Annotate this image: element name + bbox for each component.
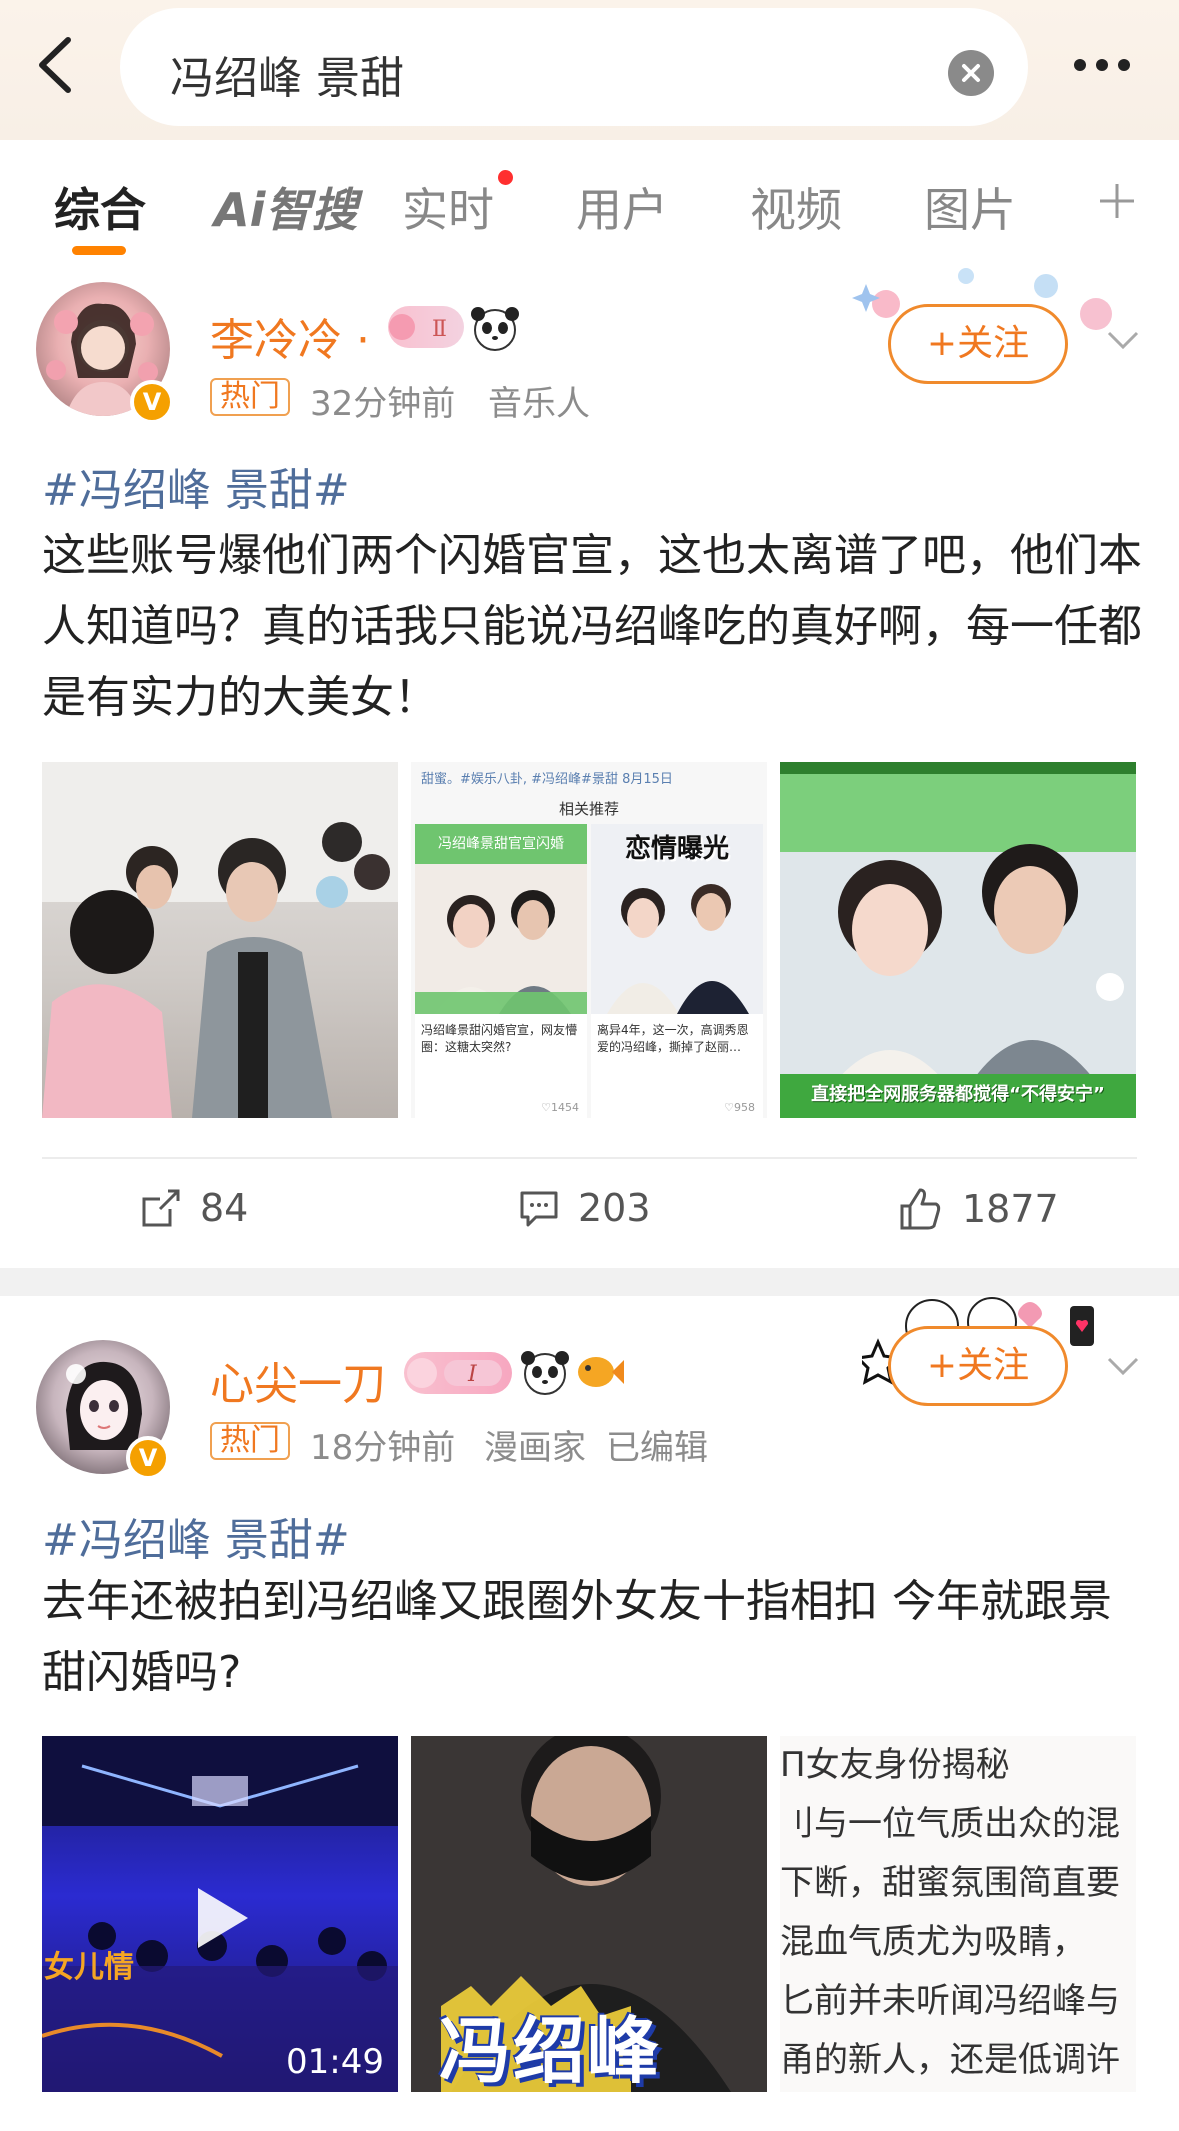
more-dots-icon xyxy=(1074,59,1130,71)
repost-count: 84 xyxy=(200,1186,249,1230)
image-caption: 直接把全网服务器都搅得“不得安宁” xyxy=(811,1084,1105,1105)
search-query[interactable]: 冯绍峰 景甜 xyxy=(170,42,404,106)
user-role: 音乐人 xyxy=(488,384,590,424)
panda-icon xyxy=(466,306,524,352)
post-time: 18分钟前 xyxy=(310,1428,456,1468)
couple-selfie-photo xyxy=(780,762,1136,1118)
image-card-text: 离异4年，这一次，高调秀恩爱的冯绍峰，撕掉了赵丽… xyxy=(597,1023,749,1054)
follow-button[interactable]: +关注 xyxy=(888,304,1068,384)
top-bar: 冯绍峰 景甜 xyxy=(0,0,1179,140)
text-line: 甬的新人，还是低调许 xyxy=(780,2040,1120,2080)
post-text: 去年还被拍到冯绍峰又跟圈外女友十指相扣 今年就跟景甜闪婚吗? xyxy=(42,1576,1112,1698)
post-image[interactable]: П女友身份揭秘 刂与一位气质出众的混 下断，甜蜜氛围简直要 混血气质尤为吸睛， … xyxy=(780,1736,1136,2092)
tab-ai-search[interactable]: Ai智搜 xyxy=(214,174,357,240)
svg-text:I: I xyxy=(467,1362,478,1387)
image-card-right: 恋情曝光 离异4年，这一次，高调秀恩爱的冯绍峰，撕掉了赵丽… ♡958 xyxy=(591,824,763,1118)
image-subheader-text: 相关推荐 xyxy=(558,800,619,818)
post-card: V 心尖一刀 I 热门 18分钟前 漫画家 已编辑 +关注 #冯绍峰 景甜# 去… xyxy=(0,1296,1179,2131)
chevron-down-icon[interactable] xyxy=(1105,1354,1141,1378)
like-button[interactable]: 1877 xyxy=(898,1186,1059,1232)
divider xyxy=(42,1157,1137,1159)
post-separator xyxy=(0,1268,1179,1296)
thumbs-up-icon xyxy=(900,1188,941,1230)
repost-button[interactable]: 84 xyxy=(140,1186,248,1230)
comment-icon xyxy=(520,1191,558,1227)
image-card-likes: ♡1454 xyxy=(541,1101,579,1114)
text-line: 匕前并未听闻冯绍峰与 xyxy=(780,1981,1120,2021)
level-badge-icon: Ⅱ xyxy=(388,306,464,348)
post-card: V 李冷冷 · Ⅱ 热门 32分钟前 音乐人 +关注 #冯绍峰 景甜# 这些账号… xyxy=(0,262,1179,1262)
more-options-button[interactable] xyxy=(1068,50,1168,80)
share-icon xyxy=(142,1189,180,1227)
search-tabs: 综合 Ai智搜 实时 用户 视频 图片 xyxy=(0,150,1179,260)
comment-count: 203 xyxy=(578,1186,651,1230)
couple-photo xyxy=(415,864,587,1014)
tab-comprehensive[interactable]: 综合 xyxy=(54,174,146,240)
video-thumbnail[interactable]: 女儿情 01:49 xyxy=(42,1736,398,2092)
text-line: 混血气质尤为吸睛， xyxy=(780,1922,1086,1962)
post-image[interactable]: 直接把全网服务器都搅得“不得安宁” xyxy=(780,762,1136,1118)
active-tab-indicator xyxy=(72,246,126,255)
tab-videos[interactable]: 视频 xyxy=(750,174,842,240)
chevron-down-icon[interactable] xyxy=(1105,328,1141,352)
text-line: 下断，甜蜜氛围简直要 xyxy=(780,1863,1120,1903)
like-count: 1877 xyxy=(962,1187,1059,1231)
close-icon xyxy=(962,64,980,82)
text-line: 刂与一位气质出众的混 xyxy=(780,1804,1120,1844)
svg-text:Ⅱ: Ⅱ xyxy=(432,317,447,342)
search-input[interactable]: 冯绍峰 景甜 xyxy=(120,8,1028,126)
tab-realtime[interactable]: 实时 xyxy=(402,174,494,240)
notification-dot xyxy=(498,170,513,185)
post-time: 32分钟前 xyxy=(310,384,456,424)
photo-crowd-image xyxy=(42,762,398,1118)
post-text: 这些账号爆他们两个闪婚官宣，这也太离谱了吧，他们本人知道吗？真的话我只能说冯绍峰… xyxy=(42,530,1142,723)
image-card-title: 冯绍峰景甜官宣闪婚 xyxy=(415,824,587,864)
username[interactable]: 李冷冷 · xyxy=(210,304,370,368)
text-line: П女友身份揭秘 xyxy=(780,1745,1010,1785)
post-image[interactable]: 甜蜜。#娱乐八卦, #冯绍峰#景甜 8月15日 相关推荐 冯绍峰景甜官宣闪婚 冯… xyxy=(411,762,767,1118)
video-title: 女儿情 xyxy=(44,1950,134,1985)
image-caption: 冯绍峰 xyxy=(439,2009,662,2092)
hot-tag: 热门 xyxy=(210,378,290,416)
clear-search-button[interactable] xyxy=(948,50,994,96)
comment-button[interactable]: 203 xyxy=(518,1186,651,1230)
post-image[interactable] xyxy=(42,762,398,1118)
user-role: 漫画家 xyxy=(484,1428,586,1468)
video-duration: 01:49 xyxy=(286,2042,384,2082)
image-card-left: 冯绍峰景甜官宣闪婚 冯绍峰景甜闪婚官宣，网友懵圈：这糖太突然? ♡1454 xyxy=(415,824,587,1118)
tab-users[interactable]: 用户 xyxy=(576,174,668,240)
username[interactable]: 心尖一刀 xyxy=(210,1348,386,1412)
text-screenshot: П女友身份揭秘 刂与一位气质出众的混 下断，甜蜜氛围简直要 混血气质尤为吸睛， … xyxy=(780,1736,1136,2090)
follow-button[interactable]: +关注 xyxy=(888,1326,1068,1406)
add-tab-icon[interactable] xyxy=(1096,180,1138,222)
hashtag-link[interactable]: #冯绍峰 景甜# xyxy=(42,1504,350,1568)
hashtag-link[interactable]: #冯绍峰 景甜# xyxy=(42,454,350,518)
verified-badge: V xyxy=(126,1436,170,1480)
back-arrow-icon xyxy=(39,37,71,93)
verified-badge: V xyxy=(130,380,174,424)
play-icon[interactable] xyxy=(190,1882,254,1954)
image-header-text: 甜蜜。#娱乐八卦, #冯绍峰#景甜 8月15日 xyxy=(421,772,673,787)
post-image[interactable]: 冯绍峰 xyxy=(411,1736,767,2092)
level-badge-icon: I xyxy=(404,1352,512,1394)
image-card-text: 冯绍峰景甜闪婚官宣，网友懵圈：这糖太突然? xyxy=(421,1023,578,1054)
hot-tag: 热门 xyxy=(210,1422,290,1460)
image-card-title: 恋情曝光 xyxy=(624,834,729,864)
image-card-likes: ♡958 xyxy=(724,1101,755,1114)
back-button[interactable] xyxy=(28,30,88,100)
tab-images[interactable]: 图片 xyxy=(924,174,1016,240)
fish-icon xyxy=(572,1348,624,1394)
edited-label: 已编辑 xyxy=(606,1428,708,1468)
panda-icon xyxy=(516,1350,574,1396)
